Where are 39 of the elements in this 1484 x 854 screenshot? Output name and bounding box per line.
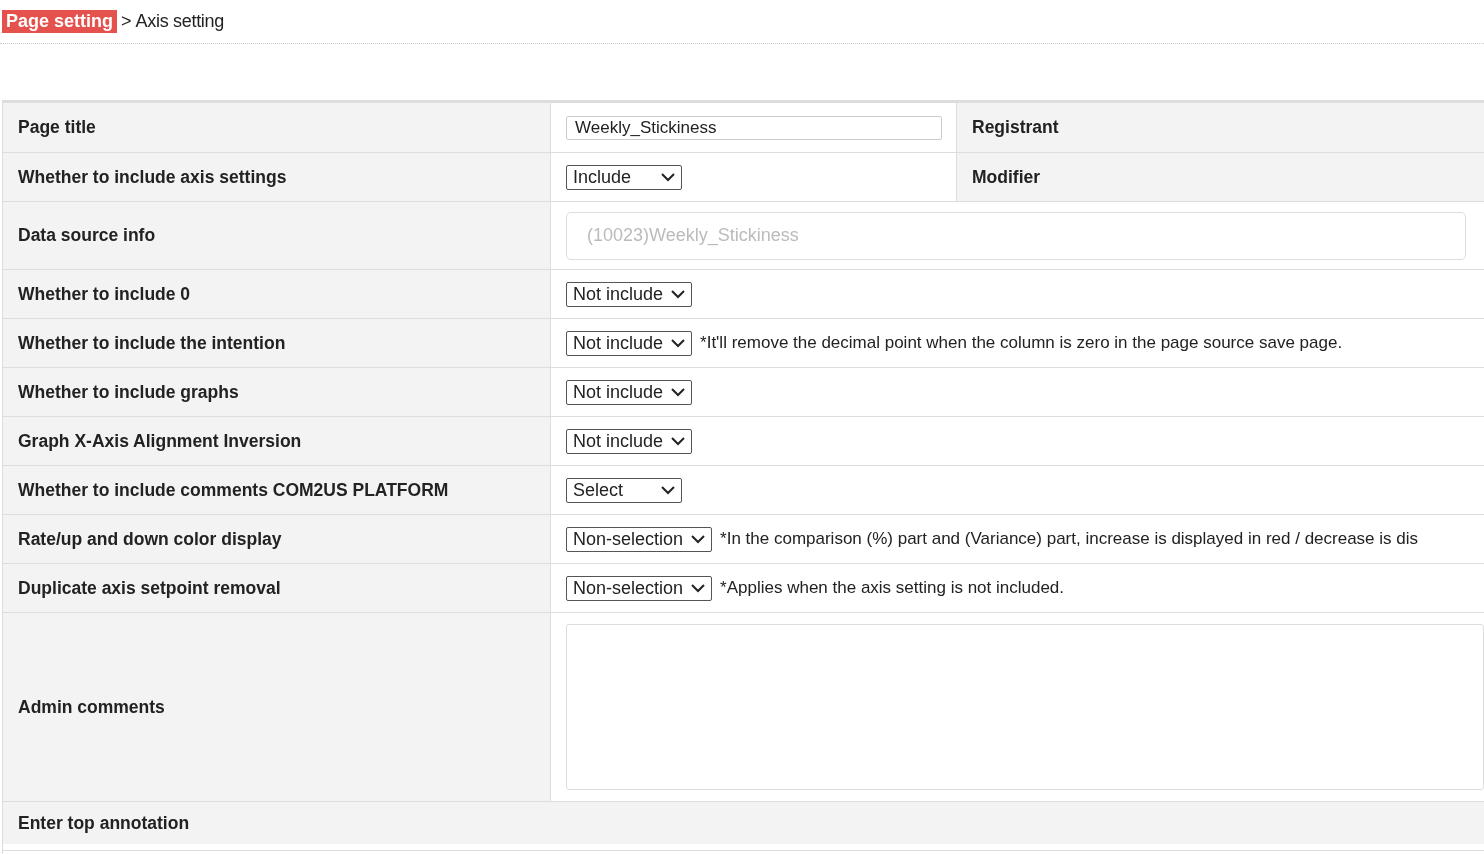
- breadcrumb-link[interactable]: Page setting: [2, 10, 118, 33]
- chevron-icon: [661, 172, 675, 182]
- section-heading: Enter top annotation: [3, 802, 1484, 844]
- field-label: Modifier: [957, 153, 1484, 201]
- dropdown[interactable]: Not include: [566, 428, 693, 454]
- breadcrumb-current: Axis setting: [135, 11, 224, 32]
- chevron-icon: [691, 583, 706, 593]
- readonly-field: (10023)Weekly_Stickiness: [566, 211, 1466, 260]
- dropdown[interactable]: Non-selection: [566, 526, 713, 552]
- field-label: Whether to include 0: [3, 270, 551, 318]
- dropdown[interactable]: Select: [566, 477, 682, 503]
- hint-text: *Applies when the axis setting is not included.: [720, 578, 1065, 598]
- chevron-icon: [691, 534, 706, 544]
- dropdown[interactable]: Non-selection: [566, 575, 713, 601]
- hint-text: *It'll remove the decimal point when the column is zero in the page source save page.: [700, 333, 1343, 353]
- dropdown[interactable]: Include: [566, 164, 682, 190]
- field-label: Whether to include axis settings: [3, 153, 551, 201]
- chevron-icon: [671, 436, 686, 446]
- hint-text: *In the comparison (%) part and (Variance) part, increase is displayed in red / decrease is dis: [720, 529, 1419, 549]
- field-label: Data source info: [3, 202, 551, 269]
- dropdown[interactable]: Not include: [566, 330, 693, 356]
- dropdown[interactable]: Not include: [566, 379, 693, 405]
- field-label: Admin comments: [3, 613, 551, 801]
- field-label: Duplicate axis setpoint removal: [3, 564, 551, 612]
- chevron-icon: [661, 485, 675, 495]
- text-field[interactable]: Weekly_Stickiness: [566, 115, 942, 140]
- chevron-icon: [671, 289, 686, 299]
- field-label: Whether to include graphs: [3, 368, 551, 416]
- chevron-icon: [671, 338, 686, 348]
- chevron-icon: [671, 387, 686, 397]
- field-label: Registrant: [957, 103, 1484, 152]
- comment-field[interactable]: [566, 624, 1484, 790]
- field-label: Whether to include the intention: [3, 319, 551, 367]
- field-label: Graph X-Axis Alignment Inversion: [3, 417, 551, 465]
- breadcrumb-separator: >: [121, 11, 132, 32]
- field-label: Page title: [3, 103, 551, 152]
- dropdown[interactable]: Not include: [566, 281, 693, 307]
- field-label: Whether to include comments COM2US PLATFORM: [3, 466, 551, 514]
- field-label: Rate/up and down color display: [3, 515, 551, 563]
